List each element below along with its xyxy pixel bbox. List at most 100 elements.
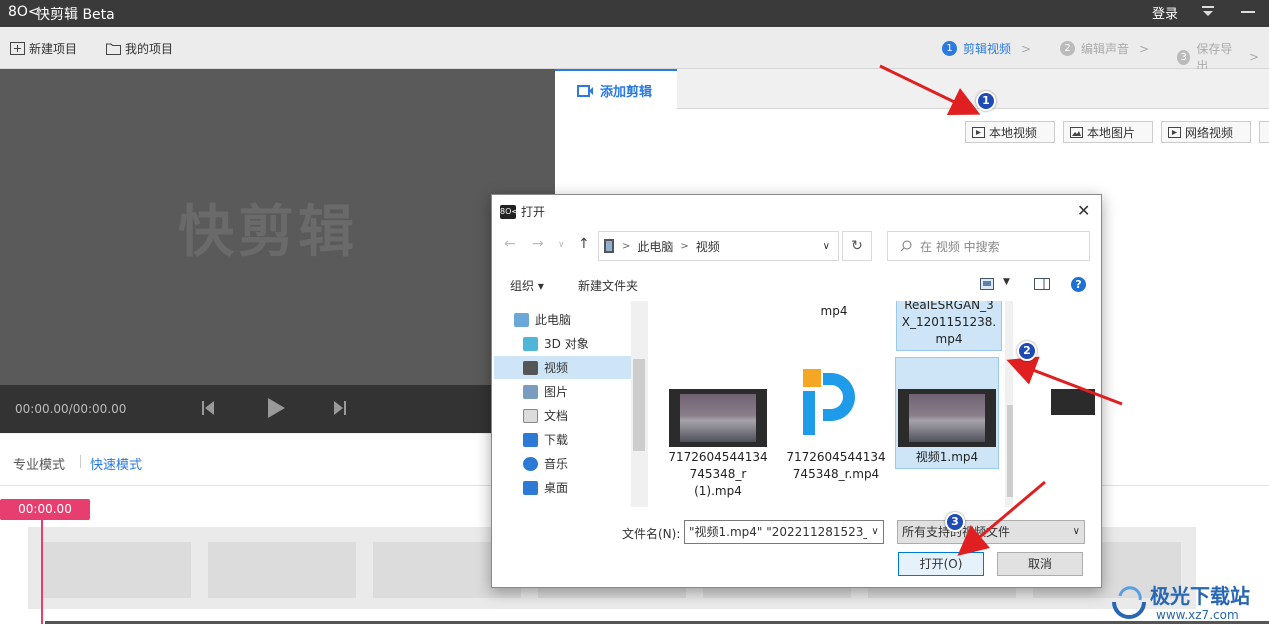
view-dropdown-icon[interactable]: ▼ (1003, 277, 1010, 287)
nav-item-label: 下载 (544, 433, 569, 447)
search-input[interactable]: 在 视频 中搜索 (887, 231, 1090, 261)
file-name[interactable]: mp4 (789, 303, 879, 320)
recent-dropdown-icon[interactable]: ∨ (558, 240, 565, 250)
file-name: 视频1.mp4 (915, 450, 979, 464)
desktop-icon (523, 480, 538, 495)
nav-item-documents[interactable]: 文档 (494, 404, 632, 427)
app-title: 快剪辑 Beta (36, 7, 115, 23)
thumbnail-image (909, 394, 985, 442)
plus-box-icon (10, 42, 25, 55)
video-preview: 快剪辑 (0, 69, 555, 385)
next-icon[interactable] (333, 400, 347, 416)
chevron-right-icon: > (680, 240, 689, 252)
timeline-ruler (45, 621, 1269, 624)
chevron-down-icon[interactable]: ∨ (867, 521, 883, 543)
breadcrumb-item[interactable]: 视频 (696, 238, 720, 255)
preview-pane-icon[interactable] (1034, 278, 1050, 290)
document-icon (523, 408, 538, 423)
previous-icon[interactable] (201, 400, 215, 416)
address-bar[interactable]: > 此电脑 > 视频 ∨ (598, 231, 839, 261)
filename-label: 文件名(N): (622, 527, 681, 541)
my-projects-button[interactable]: 我的项目 (106, 40, 173, 57)
organize-menu[interactable]: 组织 ▾ (510, 277, 544, 294)
download-icon (523, 432, 538, 447)
web-video-icon (1168, 126, 1181, 138)
my-projects-label: 我的项目 (125, 42, 174, 56)
file-name[interactable]: 7172604544134 745348_r (1).mp4 (659, 449, 777, 500)
site-url: www.xz7.com (1156, 608, 1239, 622)
filename-row: 文件名(N): "视频1.mp4" "202211281523_R ∨ 所有支持… (492, 517, 1101, 547)
nav-item-music[interactable]: 音乐 (494, 452, 632, 475)
fast-mode-tab[interactable]: 快速模式 (90, 454, 142, 473)
nav-item-3d-objects[interactable]: 3D 对象 (494, 332, 632, 355)
playhead-time-badge[interactable]: 00:00.00 (0, 499, 90, 520)
refresh-icon[interactable]: ↻ (842, 231, 872, 261)
nav-item-pictures[interactable]: 图片 (494, 380, 632, 403)
close-icon[interactable]: ✕ (1077, 201, 1090, 220)
scrollbar-thumb[interactable] (633, 359, 645, 451)
nav-item-label: 3D 对象 (544, 337, 589, 351)
play-icon[interactable] (266, 397, 286, 419)
nav-scrollbar[interactable] (631, 301, 648, 507)
navigation-pane: 此电脑 3D 对象 视频 图片 文档 下载 音乐 桌面 (494, 301, 648, 507)
image-icon (1070, 126, 1083, 138)
nav-item-this-pc[interactable]: 此电脑 (494, 308, 632, 331)
new-folder-button[interactable]: 新建文件夹 (578, 277, 638, 294)
music-icon (523, 456, 538, 471)
chevron-right-icon: > (622, 240, 631, 252)
app-file-icon[interactable] (801, 367, 857, 437)
step-1[interactable]: 1 剪辑视频 > (942, 40, 1041, 57)
chevron-down-icon[interactable]: ∨ (823, 241, 830, 252)
nav-item-desktop[interactable]: 桌面 (494, 476, 632, 499)
files-scrollbar[interactable] (1005, 301, 1013, 507)
local-video-label: 本地视频 (989, 125, 1038, 140)
search-icon (900, 240, 912, 252)
pro-mode-tab[interactable]: 专业模式 (13, 454, 65, 473)
scrollbar-thumb[interactable] (1007, 405, 1013, 497)
file-list: mp4 RealESRGAN_3 X_1201151238. mp4 71726… (649, 301, 1013, 507)
thumbnail-image (680, 394, 756, 442)
tab-add-clip[interactable]: 添加剪辑 (555, 69, 677, 110)
file-name[interactable]: 7172604544134 745348_r.mp4 (777, 449, 895, 483)
chevron-right-icon: > (1139, 41, 1150, 56)
search-placeholder: 在 视频 中搜索 (920, 239, 1000, 254)
nav-item-label: 桌面 (544, 481, 569, 495)
site-logo-icon (1112, 586, 1146, 619)
local-video-button[interactable]: 本地视频 (965, 121, 1055, 143)
menu-dropdown-icon[interactable] (1200, 3, 1216, 19)
new-project-button[interactable]: 新建项目 (10, 40, 77, 57)
online-video-label: 网络视频 (1185, 125, 1234, 140)
view-options-icon[interactable] (980, 278, 994, 290)
nav-item-label: 视频 (544, 361, 569, 375)
login-link[interactable]: 登录 (1152, 3, 1178, 22)
local-image-button[interactable]: 本地图片 (1063, 121, 1153, 143)
nav-item-videos[interactable]: 视频 (494, 356, 632, 379)
open-button[interactable]: 打开(O) (898, 552, 984, 576)
site-name: 极光下载站 (1150, 584, 1250, 608)
file-name: RealESRGAN_3 X_1201151238. mp4 (901, 301, 997, 346)
more-source-button[interactable] (1259, 121, 1269, 143)
nav-item-downloads[interactable]: 下载 (494, 428, 632, 451)
online-video-button[interactable]: 网络视频 (1161, 121, 1251, 143)
forward-arrow-icon[interactable]: → (532, 236, 544, 252)
main-toolbar: 新建项目 我的项目 1 剪辑视频 > 2 编辑声音 > 3 保存导出 > (0, 27, 1269, 73)
back-arrow-icon[interactable]: ← (504, 236, 516, 252)
video-thumbnail[interactable] (669, 389, 767, 447)
tab-label: 添加剪辑 (600, 85, 653, 100)
chevron-right-icon: > (1021, 41, 1032, 56)
cancel-button[interactable]: 取消 (997, 552, 1083, 576)
nav-item-label: 图片 (544, 385, 569, 399)
filename-input[interactable]: "视频1.mp4" "202211281523_R ∨ (684, 520, 884, 544)
breadcrumb-item[interactable]: 此电脑 (637, 238, 673, 255)
video-folder-icon (604, 239, 614, 253)
step-2[interactable]: 2 编辑声音 > (1060, 40, 1159, 57)
filename-value: "视频1.mp4" "202211281523_R (689, 525, 878, 539)
filetype-select[interactable]: 所有支持的视频文件 ∨ (897, 520, 1085, 544)
site-watermark: 极光下载站 www.xz7.com (1110, 578, 1265, 628)
up-arrow-icon[interactable]: ↑ (578, 236, 590, 252)
video-thumbnail[interactable] (898, 389, 996, 447)
minimize-button[interactable] (1241, 11, 1255, 13)
help-icon[interactable]: ? (1071, 277, 1086, 292)
folder-icon (106, 43, 121, 55)
playhead[interactable] (41, 520, 43, 624)
